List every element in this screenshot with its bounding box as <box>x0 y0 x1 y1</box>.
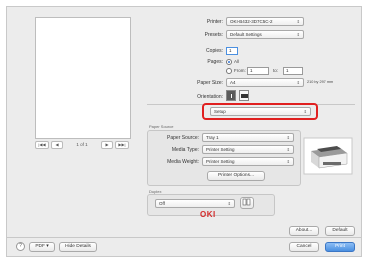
media-weight-label: Media Weight: <box>167 159 199 165</box>
presets-value: Default Settings <box>230 32 262 37</box>
paper-source-group-title: Paper Source <box>149 124 174 129</box>
hide-details-button[interactable]: Hide Details <box>59 242 97 252</box>
presets-popup[interactable]: Default Settings ⇕ <box>226 30 304 39</box>
copies-field[interactable]: 1 <box>226 47 238 55</box>
popup-arrows-icon: ⇕ <box>296 19 300 24</box>
paper-size-dimensions: 210 by 297 mm <box>307 80 334 84</box>
copies-label: Copies: <box>206 48 223 54</box>
portrait-icon <box>230 93 233 99</box>
callout-highlight <box>202 103 318 120</box>
pages-range-radio[interactable] <box>226 68 232 74</box>
popup-arrows-icon: ⇕ <box>286 159 290 164</box>
popup-arrows-icon: ⇕ <box>286 147 290 152</box>
page-navigation: |◀◀ ◀ 1 of 1 ▶ ▶▶| <box>33 141 133 151</box>
popup-arrows-icon: ⇕ <box>227 201 231 206</box>
landscape-orientation-button[interactable] <box>239 90 249 101</box>
duplex-popup[interactable]: Off ⇕ <box>155 199 235 208</box>
page-preview <box>35 17 131 139</box>
cancel-button[interactable]: Cancel <box>289 242 319 252</box>
popup-arrows-icon: ⇕ <box>296 32 300 37</box>
orientation-label: Orientation: <box>197 94 223 100</box>
pages-all-radio[interactable] <box>226 59 232 65</box>
media-weight-popup[interactable]: Printer Setting ⇕ <box>202 157 294 166</box>
next-page-button[interactable]: ▶ <box>101 141 113 149</box>
landscape-icon <box>241 94 248 98</box>
media-type-value: Printer Setting <box>206 147 235 152</box>
portrait-orientation-button[interactable] <box>226 90 236 101</box>
printer-label: Printer: <box>206 19 223 25</box>
media-type-popup[interactable]: Printer Setting ⇕ <box>202 145 294 154</box>
paper-size-value: A4 <box>230 80 236 85</box>
last-page-button[interactable]: ▶▶| <box>115 141 129 149</box>
duplex-binding-button[interactable] <box>240 197 254 209</box>
paper-source-label: Paper Source: <box>167 135 199 141</box>
previous-page-button[interactable]: ◀ <box>51 141 63 149</box>
pdf-menu-button[interactable]: PDF ▾ <box>29 242 55 252</box>
popup-arrows-icon: ⇕ <box>286 135 290 140</box>
paper-size-popup[interactable]: A4 ⇕ <box>226 78 304 87</box>
pages-from-label: From: <box>234 68 246 73</box>
printer-value: OKI-B432-3D7C5C-2 <box>230 19 273 24</box>
media-type-label: Media Type: <box>171 147 199 153</box>
paper-size-label: Paper Size: <box>197 80 223 86</box>
pages-to-label: to: <box>273 68 279 73</box>
default-button[interactable]: Default <box>325 226 355 236</box>
print-button[interactable]: Print <box>325 242 355 252</box>
duplex-value: Off <box>159 201 165 206</box>
media-weight-value: Printer Setting <box>206 159 235 164</box>
paper-source-popup[interactable]: Tray 1 ⇕ <box>202 133 294 142</box>
pages-label: Pages: <box>207 59 223 65</box>
page-count: 1 of 1 <box>76 142 88 147</box>
oki-logo: OKI <box>200 210 216 219</box>
printer-popup[interactable]: OKI-B432-3D7C5C-2 ⇕ <box>226 17 304 26</box>
footer-separator <box>7 237 361 238</box>
pages-all-label: All <box>234 59 240 64</box>
print-dialog: |◀◀ ◀ 1 of 1 ▶ ▶▶| Printer: OKI-B432-3D7… <box>6 6 362 257</box>
printer-options-button[interactable]: Printer Options... <box>207 171 265 181</box>
about-button[interactable]: About... <box>289 226 319 236</box>
presets-label: Presets: <box>204 32 223 38</box>
help-button[interactable]: ? <box>16 242 25 251</box>
pages-from-field[interactable]: 1 <box>247 67 269 75</box>
printer-image <box>303 137 353 175</box>
duplex-icon <box>242 198 251 206</box>
first-page-button[interactable]: |◀◀ <box>35 141 49 149</box>
popup-arrows-icon: ⇕ <box>296 80 300 85</box>
paper-source-value: Tray 1 <box>206 135 219 140</box>
pages-to-field[interactable]: 1 <box>283 67 303 75</box>
